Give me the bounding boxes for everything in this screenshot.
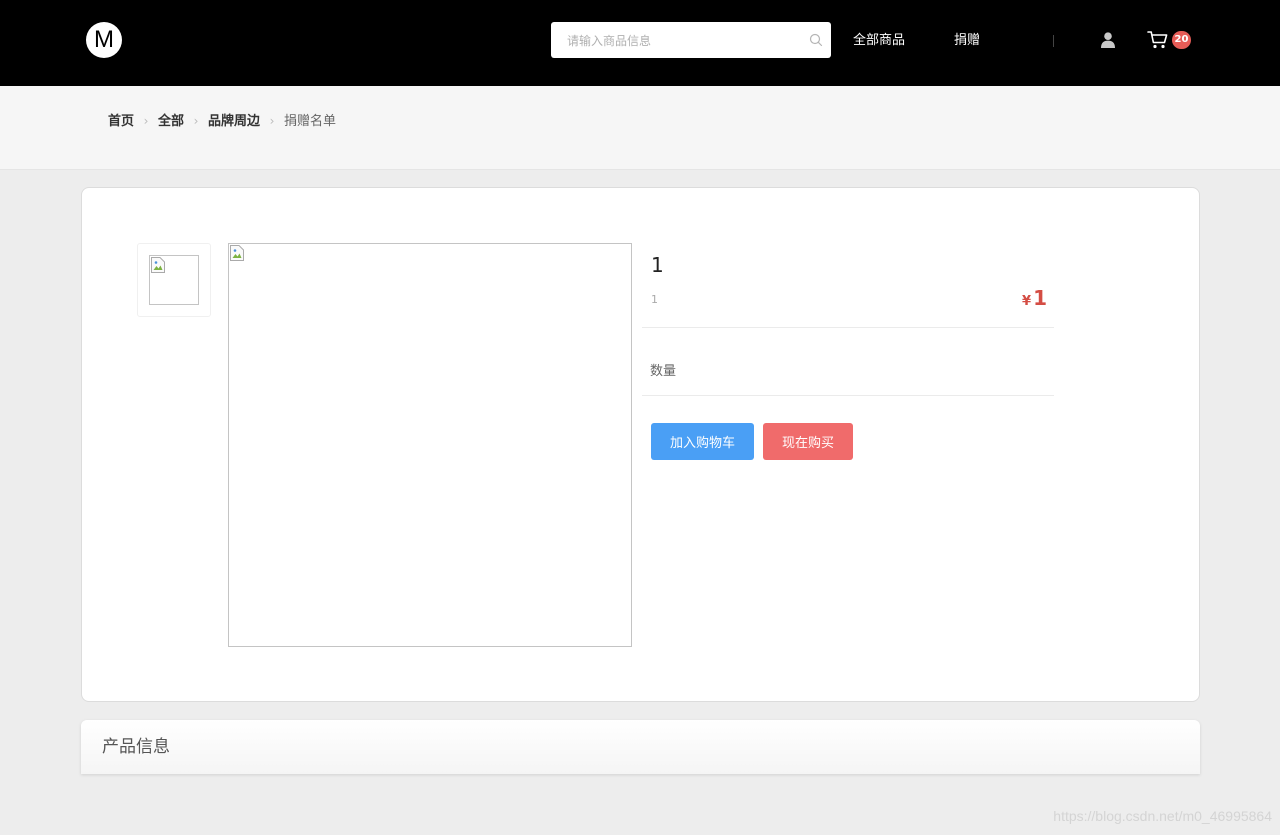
product-subtitle: 1 <box>651 293 658 306</box>
site-logo[interactable]: M <box>86 22 122 58</box>
broken-image-icon <box>151 257 165 273</box>
breadcrumb: 首页 › 全部 › 品牌周边 › 捐赠名单 <box>108 112 336 131</box>
product-info-title: 产品信息 <box>102 737 170 757</box>
nav-donate[interactable]: 捐赠 <box>954 32 980 50</box>
nav-divider <box>1053 35 1054 47</box>
add-to-cart-button[interactable]: 加入购物车 <box>651 423 754 460</box>
buy-now-button[interactable]: 现在购买 <box>763 423 853 460</box>
price-amount: 1 <box>1033 286 1047 310</box>
divider <box>642 395 1054 396</box>
user-icon[interactable] <box>1099 31 1117 49</box>
quantity-label: 数量 <box>650 364 677 379</box>
top-header: M 全部商品 捐赠 20 <box>0 0 1280 86</box>
product-thumbnail[interactable] <box>137 243 211 317</box>
watermark: https://blog.csdn.net/m0_46995864 <box>1053 808 1272 824</box>
cart-icon[interactable] <box>1147 30 1169 50</box>
search-input[interactable] <box>565 22 799 60</box>
product-title: 1 <box>651 253 664 277</box>
breadcrumb-home[interactable]: 首页 <box>108 114 134 129</box>
breadcrumb-current: 捐赠名单 <box>284 114 337 129</box>
breadcrumb-brand-merch[interactable]: 品牌周边 <box>208 114 260 129</box>
nav-all-products[interactable]: 全部商品 <box>853 32 905 50</box>
chevron-right-icon: › <box>269 114 275 128</box>
product-price: ¥1 <box>1022 286 1047 310</box>
product-info-section: 产品信息 <box>81 720 1200 774</box>
breadcrumb-all[interactable]: 全部 <box>158 114 184 129</box>
thumbnail-image <box>149 255 199 305</box>
product-main-image <box>228 243 632 647</box>
search-box <box>551 22 831 60</box>
chevron-right-icon: › <box>193 114 199 128</box>
price-currency: ¥ <box>1022 294 1032 309</box>
cart-count-badge: 20 <box>1172 31 1191 49</box>
divider <box>642 327 1054 328</box>
chevron-right-icon: › <box>143 114 149 128</box>
breadcrumb-band: 首页 › 全部 › 品牌周边 › 捐赠名单 <box>0 86 1280 170</box>
broken-image-icon <box>230 245 244 261</box>
search-icon[interactable] <box>809 33 823 47</box>
product-card: 1 1 ¥1 数量 加入购物车 现在购买 <box>81 187 1200 702</box>
